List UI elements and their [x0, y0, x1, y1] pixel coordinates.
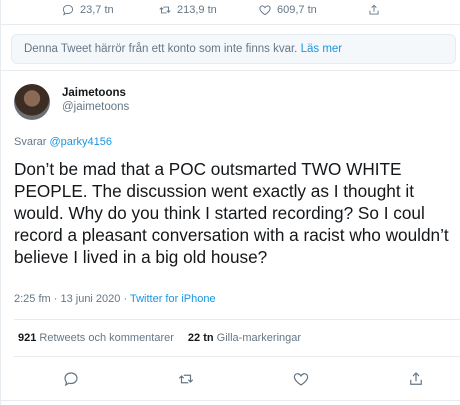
share-icon: [369, 4, 379, 15]
likes-stat[interactable]: 22 tn Gilla-markeringar: [188, 332, 301, 344]
tweet-timestamp[interactable]: 2:25 fm · 13 juni 2020 ·: [14, 293, 127, 305]
tweet-meta: 2:25 fm · 13 juni 2020 · Twitter for iPh…: [14, 293, 216, 305]
read-more-link[interactable]: Läs mer: [301, 43, 343, 55]
retweets-stat-label: Retweets och kommentarer: [39, 332, 174, 344]
likes-stat-label: Gilla-markeringar: [216, 332, 302, 344]
heart-icon: [293, 373, 309, 386]
reply-action[interactable]: 23,7 tn: [61, 3, 114, 17]
tweet-stats: 921 Retweets och kommentarer 22 tn Gilla…: [18, 332, 301, 344]
tweet-actions: [1, 370, 460, 392]
previous-tweet-actions: 23,7 tn 213,9 tn 609,7 tn: [1, 0, 460, 22]
divider: [14, 319, 460, 320]
retweets-stat-count: 921: [18, 332, 37, 344]
replying-to-link[interactable]: @parky4156: [49, 136, 112, 148]
replying-to: Svarar @parky4156: [14, 136, 112, 148]
tweet-source-link[interactable]: Twitter for iPhone: [130, 293, 216, 305]
likes-stat-count: 22 tn: [187, 332, 214, 344]
replying-to-label: Svarar: [14, 136, 47, 148]
retweet-icon: [159, 6, 171, 14]
author-name[interactable]: Jaimetoons: [62, 87, 126, 99]
heart-icon: [259, 5, 271, 16]
deleted-account-notice: Denna Tweet härrör från ett konto som in…: [11, 34, 456, 64]
like-action[interactable]: 609,7 tn: [258, 3, 317, 17]
author-handle[interactable]: @jaimetoons: [62, 101, 129, 113]
retweet-count: 213,9 tn: [177, 4, 217, 16]
share-action[interactable]: [367, 3, 381, 17]
tweet-page: 23,7 tn 213,9 tn 609,7 tn Denna Tweet hä…: [0, 0, 460, 405]
divider: [1, 400, 460, 401]
retweet-action[interactable]: 213,9 tn: [158, 3, 217, 17]
reply-button[interactable]: [62, 370, 80, 388]
avatar[interactable]: [14, 84, 50, 120]
reply-icon: [62, 4, 74, 16]
divider: [1, 24, 460, 25]
retweets-stat[interactable]: 921 Retweets och kommentarer: [18, 332, 174, 344]
notice-text: Denna Tweet härrör från ett konto som in…: [24, 43, 298, 55]
divider: [1, 70, 460, 71]
retweet-button[interactable]: [177, 370, 195, 388]
reply-icon: [64, 372, 78, 387]
retweet-icon: [178, 374, 194, 384]
like-button[interactable]: [292, 370, 310, 388]
divider: [14, 356, 460, 357]
tweet-text: Don’t be mad that a POC outsmarted TWO W…: [14, 159, 449, 267]
share-button[interactable]: [407, 370, 425, 388]
like-count: 609,7 tn: [277, 4, 317, 16]
share-icon: [410, 372, 422, 385]
reply-count: 23,7 tn: [80, 4, 114, 16]
